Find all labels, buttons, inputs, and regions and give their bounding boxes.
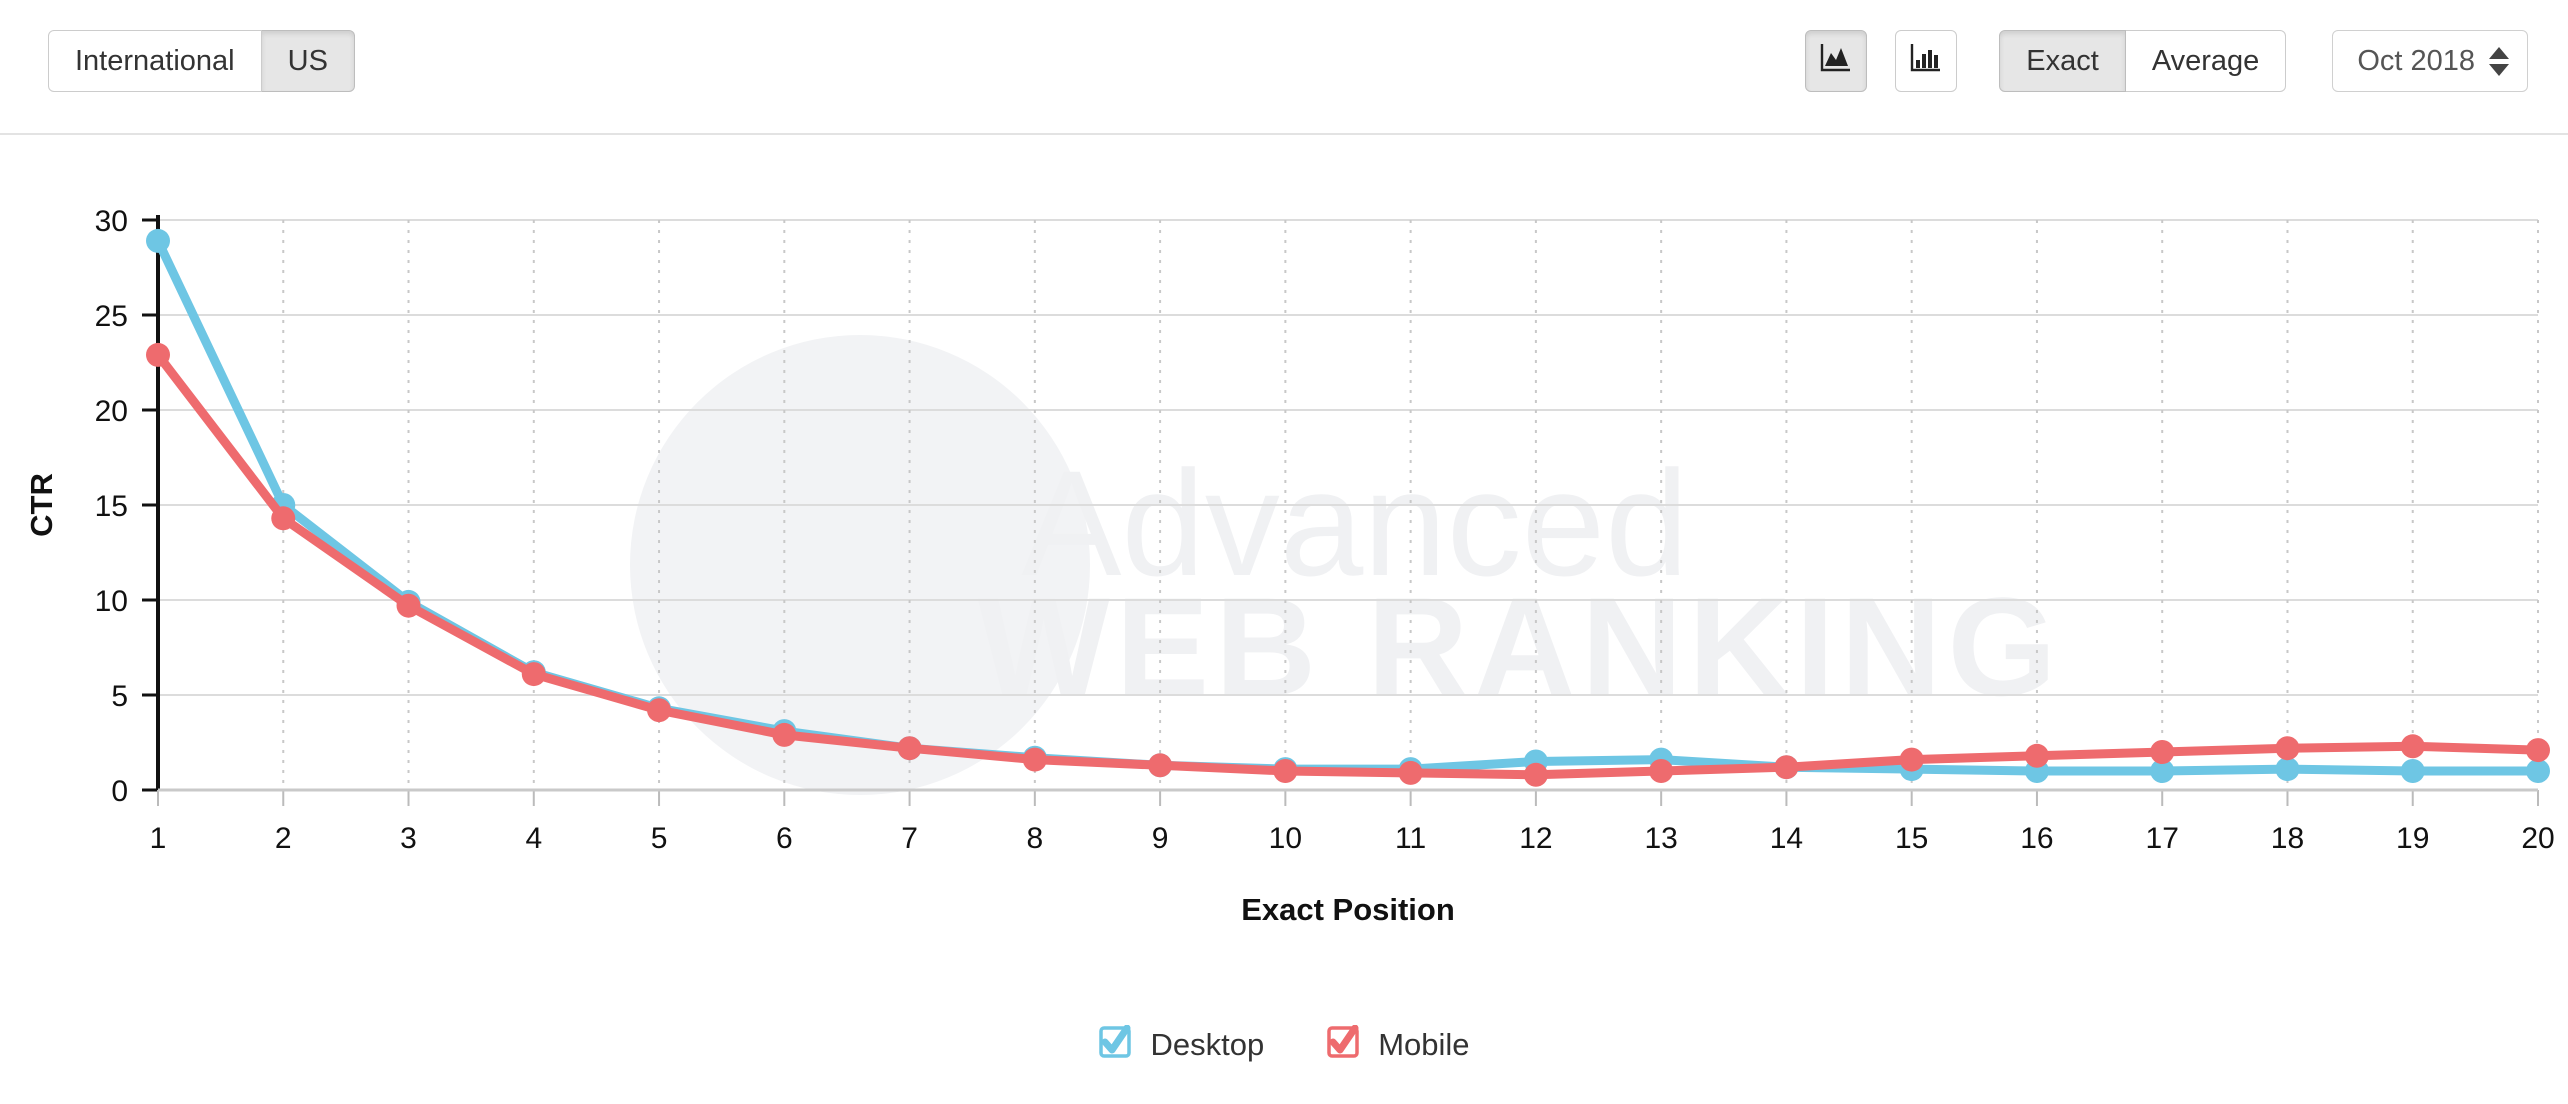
checkbox-checked-icon[interactable] xyxy=(1098,1024,1132,1064)
mode-button-exact[interactable]: Exact xyxy=(1999,30,2126,92)
x-tick-label: 12 xyxy=(1519,822,1552,855)
data-point[interactable] xyxy=(2275,736,2300,761)
y-axis-title: CTR xyxy=(24,473,59,537)
data-point[interactable] xyxy=(1022,747,1047,772)
chart-type-button-bar[interactable] xyxy=(1895,30,1958,92)
x-tick-label: 9 xyxy=(1152,822,1169,855)
x-tick-label: 6 xyxy=(776,822,793,855)
date-select-value: Oct 2018 xyxy=(2357,44,2475,77)
stepper-updown-icon[interactable] xyxy=(2489,46,2509,76)
x-tick-label: 11 xyxy=(1395,822,1426,855)
y-tick-label: 15 xyxy=(95,490,128,523)
x-tick-label: 15 xyxy=(1895,822,1928,855)
region-button-us[interactable]: US xyxy=(261,30,355,92)
data-point[interactable] xyxy=(2275,757,2300,782)
toolbar: International US Exact Average Oct 2018 xyxy=(0,0,2568,135)
y-tick-label: 20 xyxy=(95,395,128,428)
data-point[interactable] xyxy=(1398,760,1423,785)
x-tick-label: 8 xyxy=(1026,822,1043,855)
date-select[interactable]: Oct 2018 xyxy=(2332,30,2528,92)
data-point[interactable] xyxy=(647,698,672,723)
y-tick-label: 25 xyxy=(95,300,128,333)
data-point[interactable] xyxy=(1148,753,1173,778)
x-tick-label: 20 xyxy=(2521,822,2554,855)
data-point[interactable] xyxy=(772,722,797,747)
legend-item-desktop[interactable]: Desktop xyxy=(1098,1024,1265,1064)
x-tick-label: 19 xyxy=(2396,822,2429,855)
x-tick-label: 14 xyxy=(1770,822,1803,855)
chart-type-button-area[interactable] xyxy=(1805,30,1868,92)
region-toggle-group: International US xyxy=(48,30,355,92)
mode-button-average[interactable]: Average xyxy=(2125,30,2287,92)
legend-item-mobile[interactable]: Mobile xyxy=(1326,1024,1470,1064)
x-tick-label: 18 xyxy=(2271,822,2304,855)
data-point[interactable] xyxy=(1774,755,1799,780)
region-button-international[interactable]: International xyxy=(48,30,262,92)
legend-label-desktop: Desktop xyxy=(1150,1026,1265,1062)
x-tick-label: 13 xyxy=(1644,822,1677,855)
data-point[interactable] xyxy=(2400,734,2425,759)
data-point[interactable] xyxy=(521,662,546,687)
checkbox-checked-icon[interactable] xyxy=(1326,1024,1360,1064)
data-point[interactable] xyxy=(1649,759,1674,783)
data-point[interactable] xyxy=(897,736,922,761)
x-tick-label: 2 xyxy=(275,822,292,855)
legend-label-mobile: Mobile xyxy=(1378,1026,1470,1062)
y-tick-label: 30 xyxy=(95,205,128,238)
watermark: AdvancedWEB RANKING xyxy=(630,335,2063,795)
x-tick-label: 7 xyxy=(901,822,918,855)
data-point[interactable] xyxy=(2150,740,2175,764)
x-tick-label: 3 xyxy=(400,822,417,855)
data-point[interactable] xyxy=(2526,759,2550,783)
data-point[interactable] xyxy=(2526,738,2550,763)
y-tick-label: 10 xyxy=(95,585,128,618)
x-tick-label: 16 xyxy=(2020,822,2053,855)
data-point[interactable] xyxy=(1273,759,1298,783)
data-point[interactable] xyxy=(146,228,170,253)
x-tick-label: 1 xyxy=(150,822,167,855)
y-tick-label: 5 xyxy=(111,680,128,713)
x-tick-label: 10 xyxy=(1269,822,1302,855)
x-tick-label: 4 xyxy=(525,822,542,855)
toolbar-right-controls: Exact Average Oct 2018 xyxy=(1805,30,2528,92)
data-point[interactable] xyxy=(271,506,296,531)
data-point[interactable] xyxy=(396,593,421,618)
data-point[interactable] xyxy=(1899,747,1924,772)
data-point[interactable] xyxy=(2024,743,2049,768)
chart-container: Advanced WEB RANKING 0 5 10 15 20 25 30 1 2 3 4 5 6 7 8 9… xyxy=(0,135,2568,1104)
data-point[interactable] xyxy=(146,342,170,367)
x-tick-label: 17 xyxy=(2146,822,2179,855)
svg-text:WEB RANKING: WEB RANKING xyxy=(978,568,2063,725)
data-point[interactable] xyxy=(2400,759,2425,783)
x-tick-label: 5 xyxy=(651,822,668,855)
data-point[interactable] xyxy=(1523,762,1548,787)
chart-legend: Desktop Mobile xyxy=(0,1024,2568,1064)
ctr-line-chart: AdvancedWEB RANKING0510152025301 2 3 4 5 6 7 8 9… xyxy=(24,205,2555,927)
bar-chart-icon xyxy=(1909,41,1943,81)
y-tick-label: 0 xyxy=(111,775,128,808)
x-axis-title: Exact Position xyxy=(1241,892,1455,927)
area-chart-icon xyxy=(1819,41,1853,81)
